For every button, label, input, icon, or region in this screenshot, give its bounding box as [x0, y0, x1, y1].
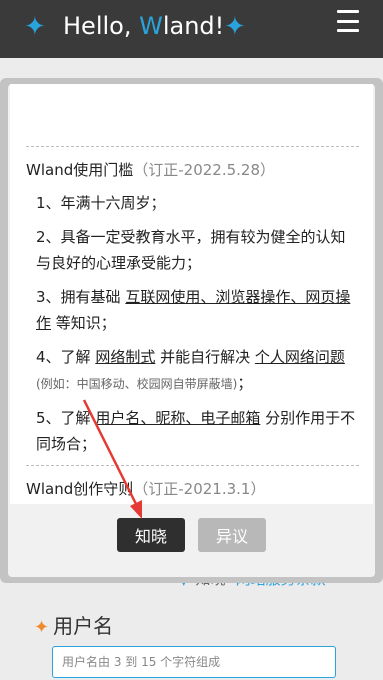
object-button[interactable]: 异议 [198, 518, 266, 552]
greeting-w: W [139, 12, 163, 40]
username-label-text: 用户名 [53, 614, 114, 638]
network-standard-link[interactable]: 网络制式 [95, 348, 155, 366]
list-item: 1、年满十六周岁； [36, 194, 166, 212]
section2-title: Wland创作守则 [26, 480, 134, 498]
item-text: 并能自行解决 [155, 348, 255, 366]
item-text: 4、了解 [36, 348, 96, 366]
list-item: 5、了解 用户名、昵称、电子邮箱 分别作用于不同场合； [36, 405, 359, 457]
divider [26, 146, 359, 147]
list-item: 2、具备一定受教育水平，拥有较为健全的认知与良好的心理承受能力； [36, 228, 346, 272]
section2-revision: （订正-2021.3.1） [133, 480, 266, 498]
modal-actions: 知晓 异议 [8, 518, 375, 552]
terms-modal: Wland使用门槛（订正-2022.5.28） 1、年满十六周岁； 2、具备一定… [8, 84, 375, 577]
page-title: Hello, Wland! [63, 10, 224, 42]
star-icon: ✦ [34, 617, 50, 638]
item-note: (例如：中国移动、校园网自带屏蔽墙) [36, 377, 238, 391]
username-label: ✦ 用户名 [34, 610, 113, 639]
modal-content: Wland使用门槛（订正-2022.5.28） 1、年满十六周岁； 2、具备一定… [26, 146, 359, 504]
greeting-suffix: land! [162, 12, 225, 40]
section1-revision: （订正-2022.5.28） [133, 161, 275, 179]
section-title: Wland创作守则（订正-2021.3.1） [26, 478, 359, 499]
greeting-prefix: Hello, [63, 12, 140, 40]
modal-scroll-area[interactable]: Wland使用门槛（订正-2022.5.28） 1、年满十六周岁； 2、具备一定… [10, 84, 373, 504]
list-item: 4、了解 网络制式 并能自行解决 个人网络问题 (例如：中国移动、校园网自带屏蔽墙… [36, 344, 359, 397]
username-input[interactable] [52, 646, 336, 678]
section1-title: Wland使用门槛 [26, 161, 134, 179]
item-text: 5、了解 [36, 409, 96, 427]
item-text: ； [237, 374, 253, 392]
section-title: Wland使用门槛（订正-2022.5.28） [26, 159, 359, 180]
menu-icon[interactable] [337, 10, 359, 32]
item-text: 等知识； [51, 314, 116, 332]
top-bar: ✦ Hello, Wland! ✦ [0, 0, 383, 58]
network-problem-link[interactable]: 个人网络问题 [255, 348, 345, 366]
divider [26, 465, 359, 466]
list-item: 3、拥有基础 互联网使用、浏览器操作、网页操作 等知识； [36, 284, 359, 336]
account-fields-link[interactable]: 用户名、昵称、电子邮箱 [95, 409, 260, 427]
item-text: 3、拥有基础 [36, 288, 126, 306]
sparkle-icon: ✦ [24, 12, 46, 42]
acknowledge-button[interactable]: 知晓 [117, 518, 185, 552]
sparkle-icon: ✦ [224, 12, 246, 42]
